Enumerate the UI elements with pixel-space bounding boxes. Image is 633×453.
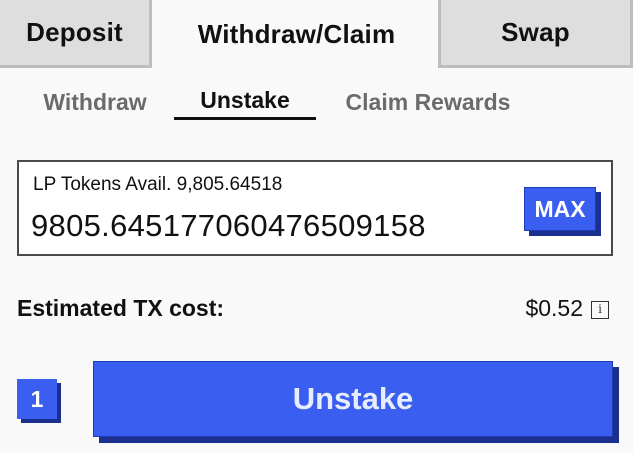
amount-input[interactable] bbox=[31, 206, 511, 246]
lp-tokens-available-label: LP Tokens Avail. 9,805.64518 bbox=[33, 174, 283, 195]
estimated-tx-cost-label: Estimated TX cost: bbox=[17, 295, 225, 321]
tab-withdraw-claim[interactable]: Withdraw/Claim bbox=[155, 0, 438, 68]
subtab-claim-rewards[interactable]: Claim Rewards bbox=[330, 84, 526, 120]
max-button[interactable]: MAX bbox=[524, 187, 596, 231]
estimated-tx-cost-value: $0.52 bbox=[525, 295, 583, 321]
top-tab-bar: Deposit Withdraw/Claim Swap bbox=[0, 0, 633, 68]
subtab-unstake[interactable]: Unstake bbox=[174, 84, 316, 120]
estimated-tx-cost-row: Estimated TX cost: $0.52 i bbox=[17, 292, 613, 326]
amount-box: LP Tokens Avail. 9,805.64518 MAX bbox=[17, 160, 613, 256]
sub-tab-bar: Withdraw Unstake Claim Rewards bbox=[0, 84, 633, 124]
tab-swap[interactable]: Swap bbox=[438, 0, 633, 68]
info-icon[interactable]: i bbox=[591, 301, 609, 319]
tab-deposit[interactable]: Deposit bbox=[0, 0, 152, 68]
subtab-withdraw[interactable]: Withdraw bbox=[30, 84, 160, 120]
step-number-badge: 1 bbox=[17, 379, 57, 419]
unstake-button[interactable]: Unstake bbox=[93, 361, 613, 437]
